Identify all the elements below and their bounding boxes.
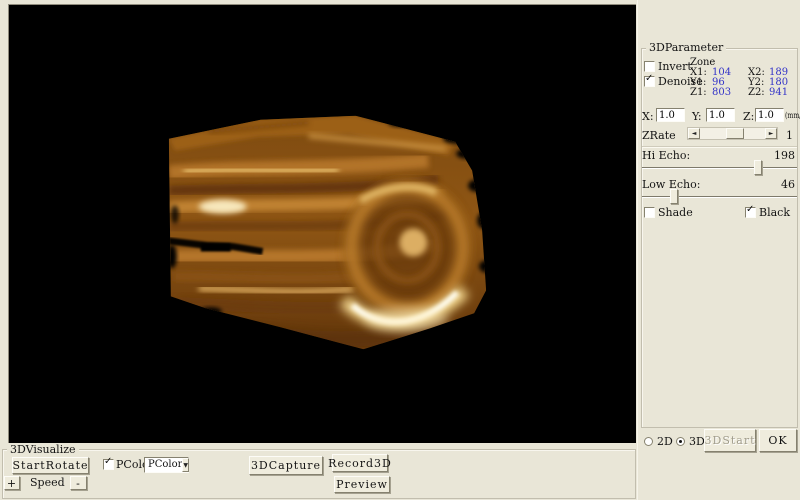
speed-minus-button[interactable]: - [70,476,87,490]
group-3dvisualize-title: 3DVisualize [7,443,79,456]
hi-echo-value: 198 [774,149,795,162]
zrate-label: ZRate [642,129,676,142]
hi-echo-slider-thumb[interactable] [754,160,762,175]
3dstart-button[interactable]: 3DStart [704,429,756,452]
pcolor-dropdown[interactable]: PColor ▼ [144,457,189,473]
scale-y-input[interactable] [706,108,735,122]
zrate-scrollbar-thumb[interactable] [726,128,744,139]
denoise-checkbox[interactable]: ✓ [644,76,655,87]
scale-z-label: Z: [743,110,754,123]
app-window: 3DParameter ✓ Invert ✓ Denoise Zone X1: … [0,0,800,500]
black-label: Black [759,206,790,219]
scale-x-label: X: [642,110,654,123]
zone-table: X1: 104 X2: 189 Y1: 96 Y2: 180 Z1: 803 Z… [690,68,797,98]
scroll-left-icon[interactable]: ◄ [688,128,700,139]
scale-x-input[interactable] [656,108,685,122]
scale-unit-label: (mm/p) [785,111,800,120]
render-viewport[interactable] [8,4,636,443]
checkmark-icon: ✓ [645,74,653,84]
mode-2d-radio[interactable] [644,437,653,446]
zone-z2-label: Z2: [748,88,769,98]
hi-echo-label: Hi Echo: [642,149,690,162]
low-echo-value: 46 [781,178,795,191]
visualize-panel: 3DVisualize StartRotate + Speed - ✓ PCol… [0,443,637,500]
3dcapture-button[interactable]: 3DCapture [249,456,323,475]
scale-z-input[interactable] [755,108,784,122]
zrate-value: 1 [786,129,793,142]
radio-dot-icon [679,440,682,443]
speed-plus-button[interactable]: + [4,476,20,490]
checkmark-icon: ✓ [746,205,754,215]
zone-row-z: Z1: 803 Z2: 941 [690,88,797,98]
hi-echo-slider-track[interactable] [642,167,797,169]
black-checkbox[interactable]: ✓ [745,207,756,218]
shade-checkbox[interactable]: ✓ [644,207,655,218]
low-echo-slider-thumb[interactable] [670,189,678,204]
mode-2d-label: 2D [657,435,673,448]
parameter-panel: 3DParameter ✓ Invert ✓ Denoise Zone X1: … [637,0,800,500]
low-echo-slider-track[interactable] [642,196,797,198]
zone-z1-label: Z1: [690,88,712,98]
pcolor-checkbox[interactable]: ✓ [103,459,114,470]
checkmark-icon: ✓ [104,457,112,467]
separator [642,146,797,148]
start-rotate-button[interactable]: StartRotate [12,457,89,474]
mode-3d-radio[interactable] [676,437,685,446]
speed-label: Speed [30,476,65,489]
volume-render-3d[interactable] [9,5,636,443]
group-3dparameter: 3DParameter ✓ Invert ✓ Denoise Zone X1: … [641,48,798,428]
preview-button[interactable]: Preview [334,476,390,493]
chevron-down-icon[interactable]: ▼ [182,458,189,472]
zone-z2-value: 941 [769,88,797,98]
scale-y-label: Y: [692,110,702,123]
pcolor-dropdown-value: PColor [145,458,182,472]
invert-checkbox[interactable]: ✓ [644,61,655,72]
invert-label: Invert [658,60,692,73]
shade-label: Shade [658,206,693,219]
zrate-scrollbar[interactable]: ◄ ► [687,127,778,140]
scroll-right-icon[interactable]: ► [765,128,777,139]
zone-z1-value: 803 [712,88,748,98]
record3d-button[interactable]: Record3D [332,454,388,472]
ok-button[interactable]: OK [759,429,797,452]
group-3dparameter-title: 3DParameter [646,42,726,54]
mode-3d-label: 3D [689,435,705,448]
